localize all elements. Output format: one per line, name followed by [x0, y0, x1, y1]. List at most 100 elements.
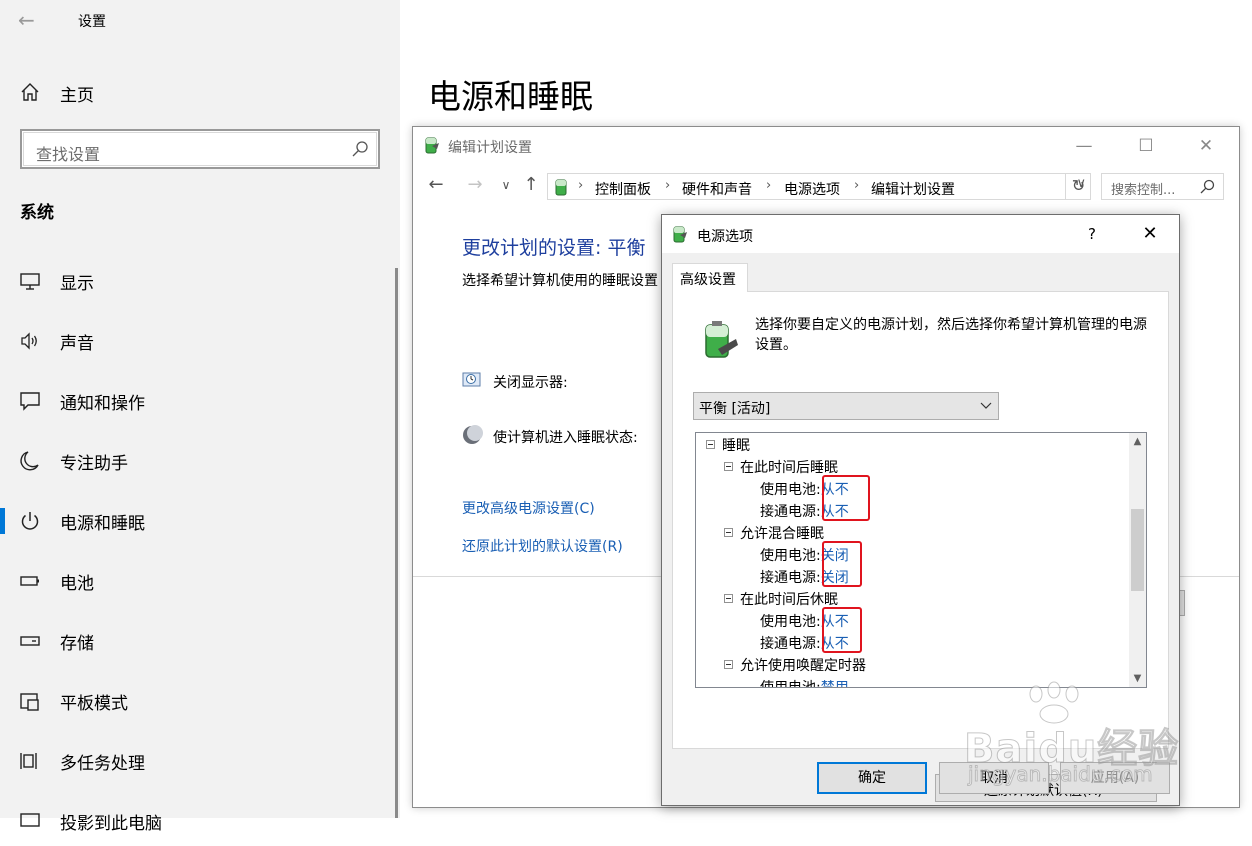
tree-node-group[interactable]: 允许混合睡眠 [724, 523, 824, 543]
storage-icon [20, 636, 40, 646]
app-title: 设置 [78, 14, 106, 30]
nav-item-power-sleep[interactable]: 电源和睡眠 [0, 496, 396, 546]
settings-sidebar: ← 设置 主页 查找设置 系统 显示 声音 通知和操作 专注助手 电源和睡眠 电… [0, 0, 400, 834]
nav-label: 电源和睡眠 [60, 514, 145, 534]
search-placeholder: 搜索控制... [1111, 183, 1176, 198]
watermark-url: jingyan.baidu.com [968, 762, 1154, 787]
tree-setting-row[interactable]: 使用电池:禁用 [760, 677, 849, 687]
tree-node-sleep[interactable]: 睡眠 [706, 435, 750, 455]
ok-button[interactable]: 确定 [817, 762, 927, 794]
control-panel-search-input[interactable]: 搜索控制... [1101, 173, 1224, 200]
notification-icon [20, 392, 40, 411]
nav-label: 声音 [60, 334, 94, 354]
nav-label: 平板模式 [60, 694, 128, 714]
sidebar-scrollbar[interactable] [395, 268, 398, 818]
breadcrumb-item[interactable]: 控制面板 [595, 179, 651, 199]
tree-scrollbar[interactable]: ▲ ▼ [1129, 433, 1146, 687]
dialog-description: 选择你要自定义的电源计划，然后选择你希望计算机管理的电源设置。 [755, 317, 1147, 353]
highlight-box [822, 541, 862, 587]
edit-window-title: 编辑计划设置 [448, 140, 532, 156]
collapse-icon[interactable] [724, 660, 733, 669]
display-clock-icon [462, 372, 481, 387]
nav-item-project[interactable]: 投影到此电脑 [0, 796, 396, 846]
nav-label: 多任务处理 [60, 754, 145, 774]
dialog-titlebar[interactable]: 电源选项 ? ✕ [662, 215, 1179, 253]
page-title: 电源和睡眠 [428, 77, 593, 116]
breadcrumb-item[interactable]: 编辑计划设置 [871, 179, 955, 199]
collapse-icon[interactable] [706, 440, 715, 449]
breadcrumb-item[interactable]: 电源选项 [784, 179, 840, 199]
advanced-power-settings-link[interactable]: 更改高级电源设置(C) [462, 498, 595, 518]
moon-icon [20, 451, 39, 471]
close-icon[interactable]: ✕ [1132, 221, 1168, 247]
battery-icon [20, 576, 39, 586]
scroll-up-icon[interactable]: ▲ [1129, 433, 1146, 450]
nav-label: 电池 [60, 574, 94, 594]
tree-node-group[interactable]: 在此时间后睡眠 [724, 457, 838, 477]
nav-label: 显示 [60, 274, 94, 294]
refresh-icon[interactable]: ↻ [1065, 173, 1091, 200]
settings-tree[interactable]: 睡眠 在此时间后睡眠 使用电池:从不 接通电源:从不 允许混合睡眠 使用电池:关… [695, 432, 1147, 688]
highlight-box [822, 607, 862, 653]
sleep-moon-icon [463, 425, 483, 444]
nav-item-focus-assist[interactable]: 专注助手 [0, 436, 396, 486]
address-bar[interactable]: › 控制面板 › 硬件和声音 › 电源选项 › 编辑计划设置 ∨ [547, 173, 1091, 200]
tab-label: 高级设置 [680, 272, 736, 288]
nav-label: 专注助手 [60, 454, 128, 474]
search-placeholder: 查找设置 [36, 145, 101, 164]
section-title: 系统 [20, 203, 54, 223]
highlight-box [822, 475, 870, 521]
chevron-right-icon: › [766, 178, 772, 193]
collapse-icon[interactable] [724, 594, 733, 603]
close-button[interactable]: ✕ [1183, 133, 1229, 159]
control-panel-icon [555, 179, 567, 196]
power-options-icon [673, 226, 687, 243]
forward-arrow-icon[interactable]: → [464, 174, 486, 196]
dialog-title: 电源选项 [697, 229, 753, 245]
search-icon [352, 141, 368, 157]
multitask-icon [20, 753, 37, 769]
tablet-icon [20, 693, 39, 711]
battery-plug-icon [705, 321, 738, 358]
tree-node-group[interactable]: 在此时间后休眠 [724, 589, 838, 609]
minimize-button[interactable]: — [1061, 133, 1107, 159]
tree-node-group[interactable]: 允许使用唤醒定时器 [724, 655, 866, 675]
nav-item-sound[interactable]: 声音 [0, 316, 396, 366]
power-options-icon [425, 137, 439, 154]
breadcrumb-item[interactable]: 硬件和声音 [682, 179, 752, 199]
scroll-thumb[interactable] [1131, 509, 1144, 591]
chevron-right-icon: › [665, 178, 671, 193]
nav-label: 存储 [60, 634, 94, 654]
back-arrow-icon[interactable]: ← [18, 6, 46, 34]
collapse-icon[interactable] [724, 528, 733, 537]
project-icon [20, 813, 40, 827]
help-button[interactable]: ? [1080, 222, 1104, 246]
nav-item-notifications[interactable]: 通知和操作 [0, 376, 396, 426]
setting-value-link[interactable]: 禁用 [821, 680, 849, 687]
plan-heading: 更改计划的设置: 平衡 [462, 237, 646, 259]
collapse-icon[interactable] [724, 462, 733, 471]
home-icon [21, 83, 39, 101]
nav-item-tablet-mode[interactable]: 平板模式 [0, 676, 396, 726]
monitor-icon [20, 273, 40, 290]
restore-defaults-link[interactable]: 还原此计划的默认设置(R) [462, 536, 623, 556]
chevron-down-icon [980, 402, 992, 409]
back-arrow-icon[interactable]: ← [425, 174, 447, 196]
recent-locations-chevron-icon[interactable]: ∨ [495, 174, 517, 196]
nav-item-storage[interactable]: 存储 [0, 616, 396, 666]
up-arrow-icon[interactable]: ↑ [520, 174, 542, 196]
settings-search-input[interactable]: 查找设置 [20, 129, 380, 169]
active-indicator [0, 508, 5, 534]
nav-item-display[interactable]: 显示 [0, 256, 396, 306]
tab-advanced-settings[interactable]: 高级设置 [672, 263, 748, 292]
address-row: ← → ∨ ↑ › 控制面板 › 硬件和声音 › 电源选项 › 编辑计划设置 ∨… [413, 171, 1239, 201]
plan-select-value: 平衡 [活动] [699, 401, 771, 417]
nav-item-multitasking[interactable]: 多任务处理 [0, 736, 396, 786]
maximize-button[interactable]: ☐ [1123, 133, 1169, 159]
edit-window-titlebar[interactable]: 编辑计划设置 — ☐ ✕ [413, 127, 1239, 165]
power-plan-select[interactable]: 平衡 [活动] [693, 392, 999, 420]
nav-label: 通知和操作 [60, 394, 145, 414]
display-off-label: 关闭显示器: [493, 375, 568, 391]
nav-item-battery[interactable]: 电池 [0, 556, 396, 606]
home-nav-item[interactable]: 主页 [0, 72, 400, 112]
